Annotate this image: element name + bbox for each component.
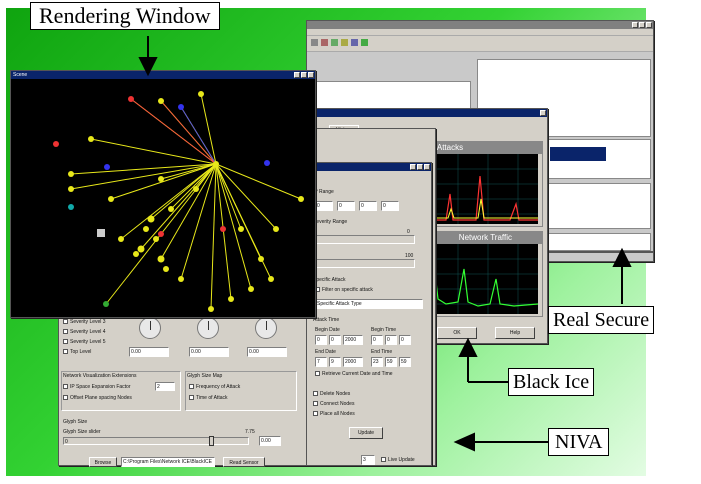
end-time-field[interactable]: 59 [399,357,411,367]
end-time-label: End Time [371,349,393,355]
specific-attack-label: Specific Attack [313,277,346,283]
sessions-list[interactable] [547,233,651,251]
minimize-icon[interactable] [410,164,416,170]
begin-date-label: Begin Date [315,327,340,333]
filter-titlebar[interactable] [307,163,431,171]
knob-value-x[interactable]: 0.00 [129,347,169,357]
offset-plane-checkbox[interactable]: Offset Plane spacing Nodes [63,395,132,401]
toolbar-icon[interactable] [351,39,358,46]
ok-button[interactable]: OK [437,327,477,339]
end-time-field[interactable]: 23 [371,357,383,367]
maximize-icon[interactable] [639,22,645,28]
knob-value-y[interactable]: 0.00 [189,347,229,357]
glyph-size-title: Glyph Size [63,419,88,425]
severity-high-slider[interactable] [315,259,415,268]
begin-time-label: Begin Time [371,327,397,333]
begin-date-field[interactable]: 0 [329,335,341,345]
glyph-value-field[interactable]: 0.00 [259,436,281,446]
browse-button[interactable]: Browse [89,457,117,467]
toolbar-icon[interactable] [341,39,348,46]
end-date-label: End Date [315,349,336,355]
rotation-knob-y[interactable] [197,317,219,339]
annotation-black-ice: Black Ice [508,368,595,396]
close-icon[interactable] [646,22,652,28]
update-button[interactable]: Update [349,427,383,439]
annotation-niva: NIVA [548,428,610,456]
scene-window[interactable]: Scene [10,70,316,318]
severity-item[interactable]: Top Level [63,349,91,355]
attack-time-label: Attack Time [313,317,340,323]
severity-range-label: Severity Range [313,219,348,225]
ip-range-label: IP Range [313,189,334,195]
toolbar [307,36,653,52]
annotation-real-secure: Real Secure [548,306,655,334]
begin-date-field[interactable]: 2000 [343,335,363,345]
filter-attack-checkbox[interactable]: Filter on specific attack [315,287,373,293]
help-button[interactable]: Help [495,327,535,339]
glyph-slider-label: Glyph Size slider [63,429,101,435]
begin-time-field[interactable]: 0 [385,335,397,345]
glyph-slider-value: 7.75 [245,429,255,435]
toolbar-icon[interactable] [361,39,368,46]
end-time-field[interactable]: 59 [385,357,397,367]
close-icon[interactable] [540,110,546,116]
end-date-field[interactable]: 7 [315,357,327,367]
maximize-icon[interactable] [301,72,307,78]
network-visualization[interactable] [11,79,315,317]
connect-nodes-checkbox[interactable]: Connect Nodes [313,401,354,407]
selected-row[interactable] [550,147,606,161]
severity-low-slider[interactable] [315,235,415,244]
real-secure-titlebar[interactable] [307,21,653,29]
rotation-knob-z[interactable] [255,317,277,339]
begin-time-field[interactable]: 0 [371,335,383,345]
severity-item[interactable]: Severity Level 4 [63,329,106,335]
ip-space-label: IP Space Expansion Factor [63,384,131,390]
close-icon[interactable] [424,164,430,170]
frequency-checkbox[interactable]: Frequency of Attack [189,384,240,390]
sensor-path-field[interactable]: C:\Program Files\Network ICE\BlackICE [121,457,215,467]
retrieve-current-checkbox[interactable]: Retrieve Current Date and Time [315,371,393,377]
ip-space-field[interactable]: 2 [155,382,175,391]
page-field[interactable]: 3 [361,455,375,465]
minimize-icon[interactable] [632,22,638,28]
time-checkbox[interactable]: Time of Attack [189,395,228,401]
attack-type-field[interactable]: Specific Attack Type [315,299,423,309]
ip-octet[interactable]: 0 [359,201,377,211]
severity-item[interactable]: Severity Level 5 [63,339,106,345]
knob-value-z[interactable]: 0.00 [247,347,287,357]
close-icon[interactable] [308,72,314,78]
black-ice-titlebar[interactable] [305,109,547,117]
ip-octet[interactable]: 0 [381,201,399,211]
scene-titlebar[interactable]: Scene [11,71,315,79]
maximize-icon[interactable] [417,164,423,170]
annotation-rendering-window: Rendering Window [30,2,220,30]
ip-octet[interactable]: 0 [315,201,333,211]
glyph-size-map-title: Glyph Size Map [187,373,223,379]
ip-octet[interactable]: 0 [337,201,355,211]
toolbar-icon[interactable] [321,39,328,46]
severity-item[interactable]: Severity Level 3 [63,319,106,325]
rotation-knob-x[interactable] [139,317,161,339]
begin-date-field[interactable]: 0 [315,335,327,345]
screenshot-stage: History Attacks Network Traffic [0,0,701,484]
glyph-slider[interactable]: 0 [63,437,249,445]
filter-window[interactable]: IP Range 0 0 0 0 Severity Range 0 100 Sp… [306,162,432,466]
slider-thumb[interactable] [209,436,214,446]
place-nodes-checkbox[interactable]: Place all Nodes [313,411,355,417]
events-summary-list[interactable] [547,183,651,229]
end-date-field[interactable]: 9 [329,357,341,367]
end-date-field[interactable]: 2000 [343,357,363,367]
begin-time-field[interactable]: 0 [399,335,411,345]
minimize-icon[interactable] [294,72,300,78]
menu-bar[interactable] [307,29,653,36]
live-update-checkbox[interactable]: Live Update [381,457,415,463]
network-extensions-title: Network Visualization Extensions [63,373,137,379]
delete-nodes-checkbox[interactable]: Delete Nodes [313,391,350,397]
toolbar-icon[interactable] [331,39,338,46]
scene-title: Scene [13,72,28,78]
read-sensor-button[interactable]: Read Sensor [223,457,265,467]
toolbar-icon[interactable] [311,39,318,46]
